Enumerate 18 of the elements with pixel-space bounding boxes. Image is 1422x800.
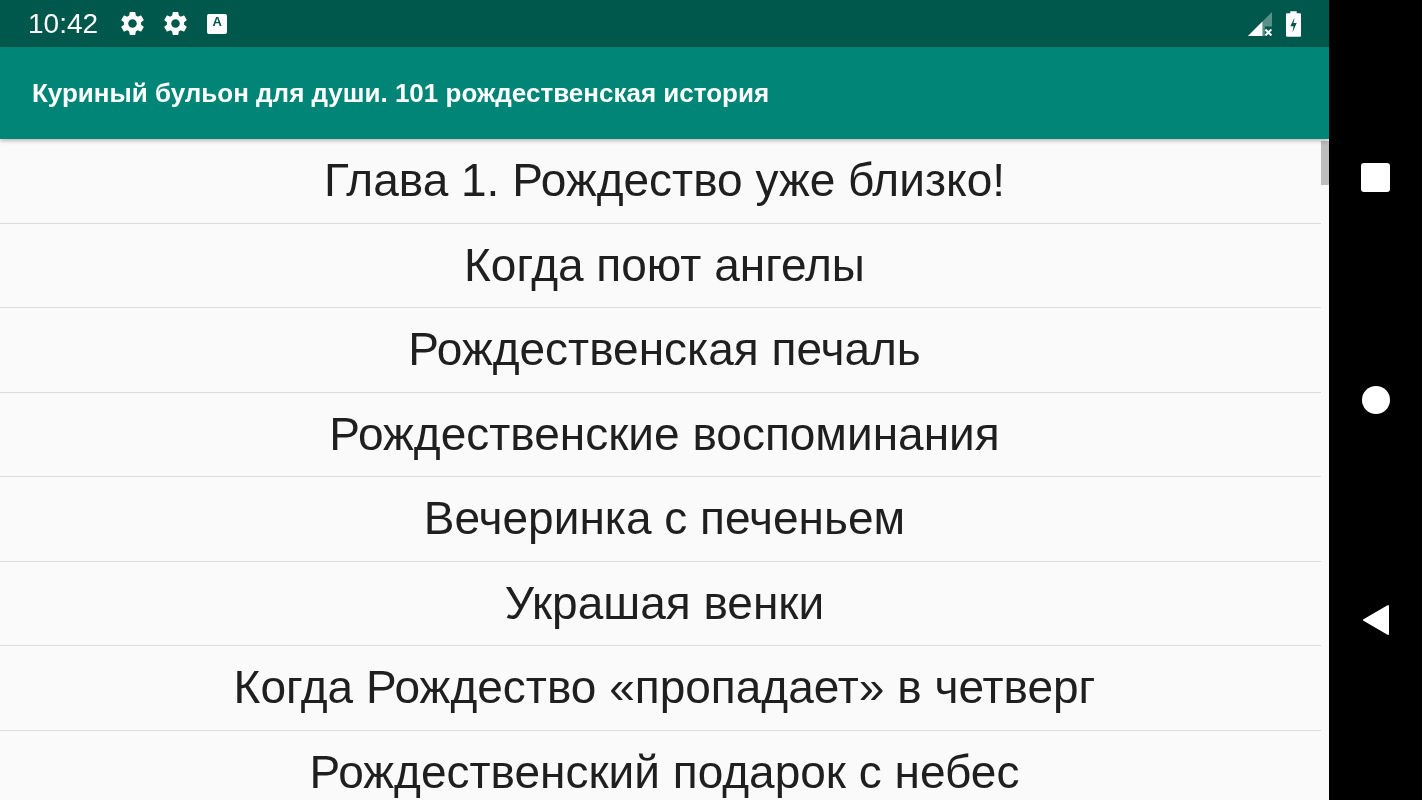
battery-charging-icon (1286, 10, 1301, 37)
scrollbar-thumb (1321, 141, 1329, 185)
chapter-list-item[interactable]: Рождественская печаль (0, 308, 1321, 393)
home-button[interactable] (1361, 386, 1390, 414)
gear-icon (164, 12, 188, 35)
signal-off-icon (1248, 11, 1272, 36)
keyboard-notification-icon: A (207, 13, 228, 34)
chapter-list-item[interactable]: Вечеринка с печеньем (0, 477, 1321, 562)
clock-time: 10:42 (28, 9, 99, 38)
gear-icon (121, 12, 145, 35)
chapter-list-item[interactable]: Когда поют ангелы (0, 223, 1321, 308)
chapter-list-item[interactable]: Рождественские воспоминания (0, 392, 1321, 477)
chapter-list-item[interactable]: Глава 1. Рождество уже близко! (0, 139, 1321, 224)
back-button[interactable] (1361, 604, 1390, 636)
chapter-list-item[interactable]: Украшая венки (0, 561, 1321, 646)
chapter-list-item[interactable]: Рождественский подарок с небес (0, 730, 1321, 800)
app-title: Куриный бульон для души. 101 рождественская история (32, 76, 770, 110)
chapter-list-item[interactable]: Когда Рождество «пропадает» в четверг (0, 646, 1321, 731)
